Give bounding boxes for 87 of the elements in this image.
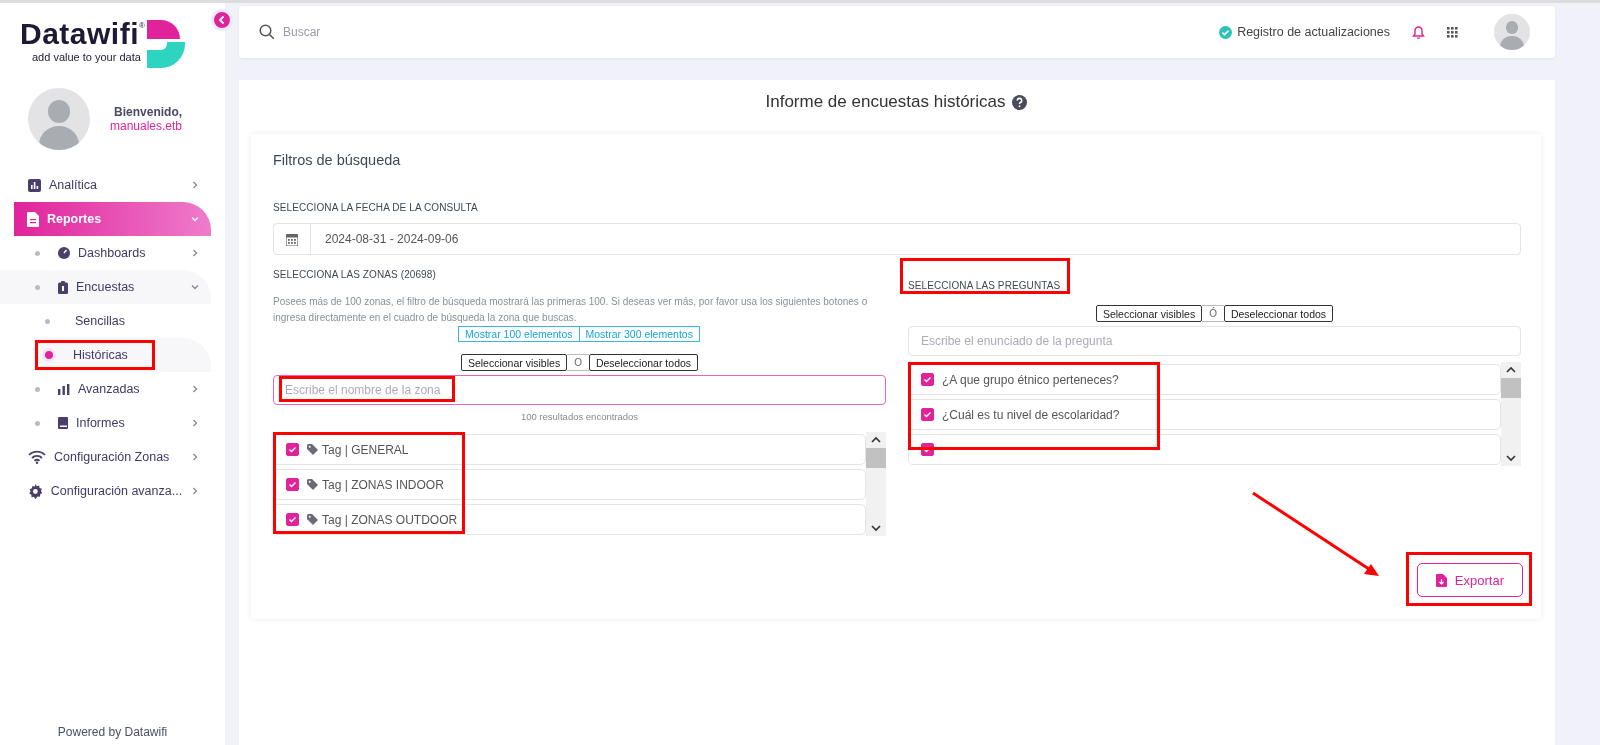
nav-item[interactable]: Configuración avanza... — [0, 474, 225, 508]
nav-item[interactable]: Avanzadas — [0, 372, 225, 406]
tag-icon — [307, 514, 318, 525]
nav-item[interactable]: Analítica — [0, 168, 225, 202]
chevron-right-icon — [190, 452, 200, 462]
brand-tagline: add value to your data — [31, 51, 142, 63]
select-visible-button[interactable]: Seleccionar visibles — [460, 354, 568, 371]
chevron-down-icon — [190, 214, 200, 224]
check-circle-icon — [1219, 25, 1233, 39]
footer-text: Powered by Datawifi — [56, 725, 169, 741]
search-field[interactable]: Buscar — [281, 24, 440, 40]
collapse-sidebar-button[interactable] — [211, 9, 233, 31]
search-icon — [259, 24, 275, 40]
card-title: Filtros de búsqueda — [273, 152, 402, 168]
check-icon — [288, 445, 297, 454]
field-label: SELECCIONA LAS ZONAS (20698) — [273, 269, 437, 280]
question-search-field[interactable]: Escribe el enunciado de la pregunta — [908, 326, 1521, 356]
scrollbar-thumb[interactable] — [1501, 378, 1521, 398]
nav-item[interactable]: Encuestas — [0, 270, 211, 304]
gear-icon — [28, 483, 43, 499]
username: manuales.etb — [110, 119, 183, 133]
checkbox[interactable] — [921, 408, 934, 421]
check-icon — [923, 410, 932, 419]
brand-name: Datawifi — [20, 17, 140, 51]
results-count: 100 resultados encontrados — [520, 411, 639, 422]
list-item-label: Tag | GENERAL — [322, 442, 409, 457]
separator-text: Ó — [1202, 305, 1224, 322]
list-item-label: ¿Cuál es tu nivel de escolaridad? — [942, 407, 1120, 422]
info-text: Posees más de 100 zonas, el filtro de búsqueda mostrará las primeras 100. Si deseas ver más, por favor usa los siguientes botones o ingresa directamente en el cuadro de búsqueda la zona que buscas. — [273, 295, 869, 325]
deselect-all-button[interactable]: Deseleccionar todos — [1223, 305, 1334, 322]
chevron-left-icon — [217, 15, 227, 25]
welcome-text: Bienvenido, — [114, 105, 183, 119]
nav-item[interactable]: Sencillas — [0, 304, 211, 338]
scrollbar[interactable] — [1501, 362, 1521, 466]
date-range-field[interactable]: 2024-08-31 - 2024-09-06 — [273, 223, 1521, 255]
list-item-label: Tag | ZONAS INDOOR — [322, 477, 444, 492]
help-icon[interactable] — [1011, 94, 1027, 110]
nav-item[interactable]: Dashboards — [0, 236, 225, 270]
scrollbar[interactable] — [866, 432, 886, 536]
check-icon — [288, 515, 297, 524]
calendar-icon — [286, 232, 298, 246]
check-icon — [288, 480, 297, 489]
document-icon — [27, 211, 39, 227]
chevron-right-icon — [190, 384, 200, 394]
scroll-up-icon[interactable] — [871, 436, 881, 444]
book-icon — [58, 417, 68, 429]
field-label: SELECCIONA LA FECHA DE LA CONSULTA — [273, 202, 479, 213]
tag-icon — [307, 444, 318, 455]
apps-grid-icon[interactable] — [1447, 26, 1458, 38]
list-item-label: ¿A que grupo étnico perteneces? — [942, 372, 1119, 387]
scrollbar-thumb[interactable] — [866, 448, 886, 468]
deselect-all-button[interactable]: Deseleccionar todos — [588, 354, 699, 371]
notification-bell-icon[interactable] — [1412, 25, 1425, 39]
chevron-right-icon — [190, 418, 200, 428]
download-file-icon — [1435, 573, 1447, 587]
checkbox[interactable] — [286, 443, 299, 456]
zone-search-field[interactable]: Escribe el nombre de la zona — [273, 375, 886, 405]
separator-text: O — [567, 354, 589, 371]
chevron-right-icon — [190, 248, 200, 258]
nav-item[interactable]: Configuración Zonas — [0, 440, 225, 474]
updates-link[interactable]: Registro de actualizaciones — [1219, 25, 1390, 39]
scroll-up-icon[interactable] — [1506, 366, 1516, 374]
tag-icon — [307, 479, 318, 490]
bar-chart-icon — [28, 178, 41, 192]
nav-item[interactable]: Reportes — [14, 202, 211, 236]
gauge-icon — [58, 247, 70, 259]
scroll-down-icon[interactable] — [871, 524, 881, 532]
list-item-label: Tag | ZONAS OUTDOOR — [322, 512, 458, 527]
chevron-down-icon — [190, 282, 200, 292]
user-avatar[interactable] — [1494, 14, 1530, 50]
wifi-icon — [28, 450, 46, 464]
scroll-down-icon[interactable] — [1506, 454, 1516, 462]
chevron-right-icon — [190, 486, 200, 496]
nav-item[interactable]: Informes — [0, 406, 225, 440]
export-button[interactable]: Exportar — [1416, 563, 1523, 597]
checkbox[interactable] — [286, 513, 299, 526]
field-label: SELECCIONA LAS PREGUNTAS — [908, 280, 1061, 291]
check-icon — [923, 375, 932, 384]
select-visible-button[interactable]: Seleccionar visibles — [1095, 305, 1203, 322]
chevron-right-icon — [190, 180, 200, 190]
clipboard-icon — [58, 280, 68, 294]
nav-item[interactable]: Históricas — [36, 338, 211, 372]
registered-mark: ® — [139, 21, 145, 30]
checkbox[interactable] — [921, 373, 934, 386]
bar-chart-icon — [58, 383, 70, 395]
page-title: Informe de encuestas históricas — [765, 92, 1006, 112]
checkbox[interactable] — [286, 478, 299, 491]
